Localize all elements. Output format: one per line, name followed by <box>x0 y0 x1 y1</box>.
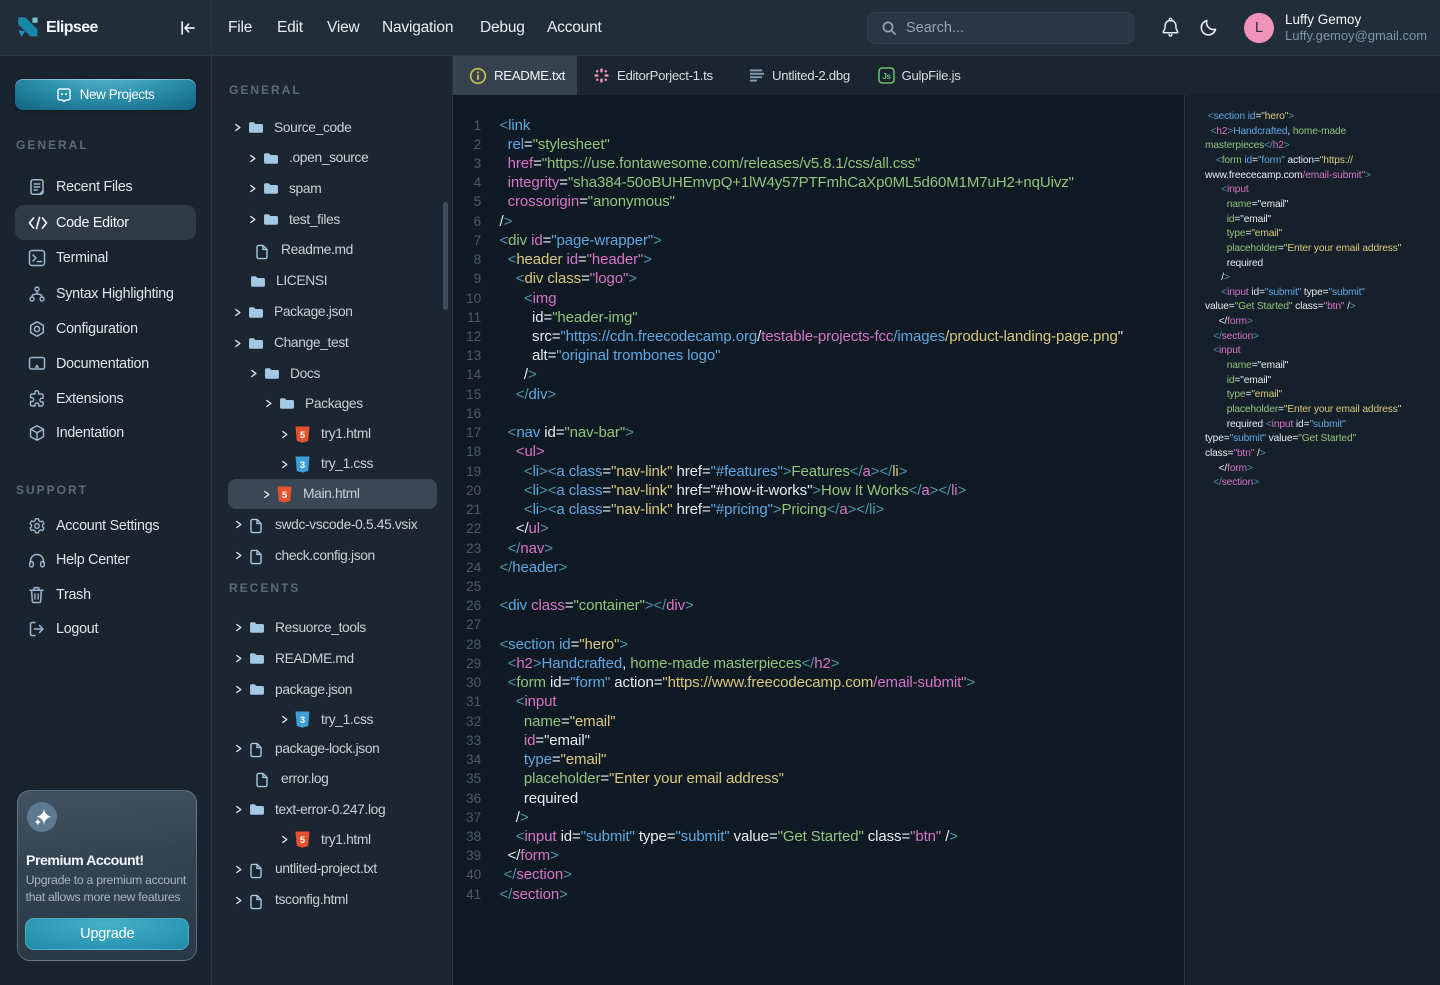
svg-text:Js: Js <box>882 72 891 81</box>
svg-text:5: 5 <box>300 429 306 440</box>
svg-text:3: 3 <box>300 715 305 726</box>
svg-text:3: 3 <box>300 459 305 470</box>
svg-text:5: 5 <box>300 835 306 846</box>
svg-text:5: 5 <box>282 489 288 500</box>
